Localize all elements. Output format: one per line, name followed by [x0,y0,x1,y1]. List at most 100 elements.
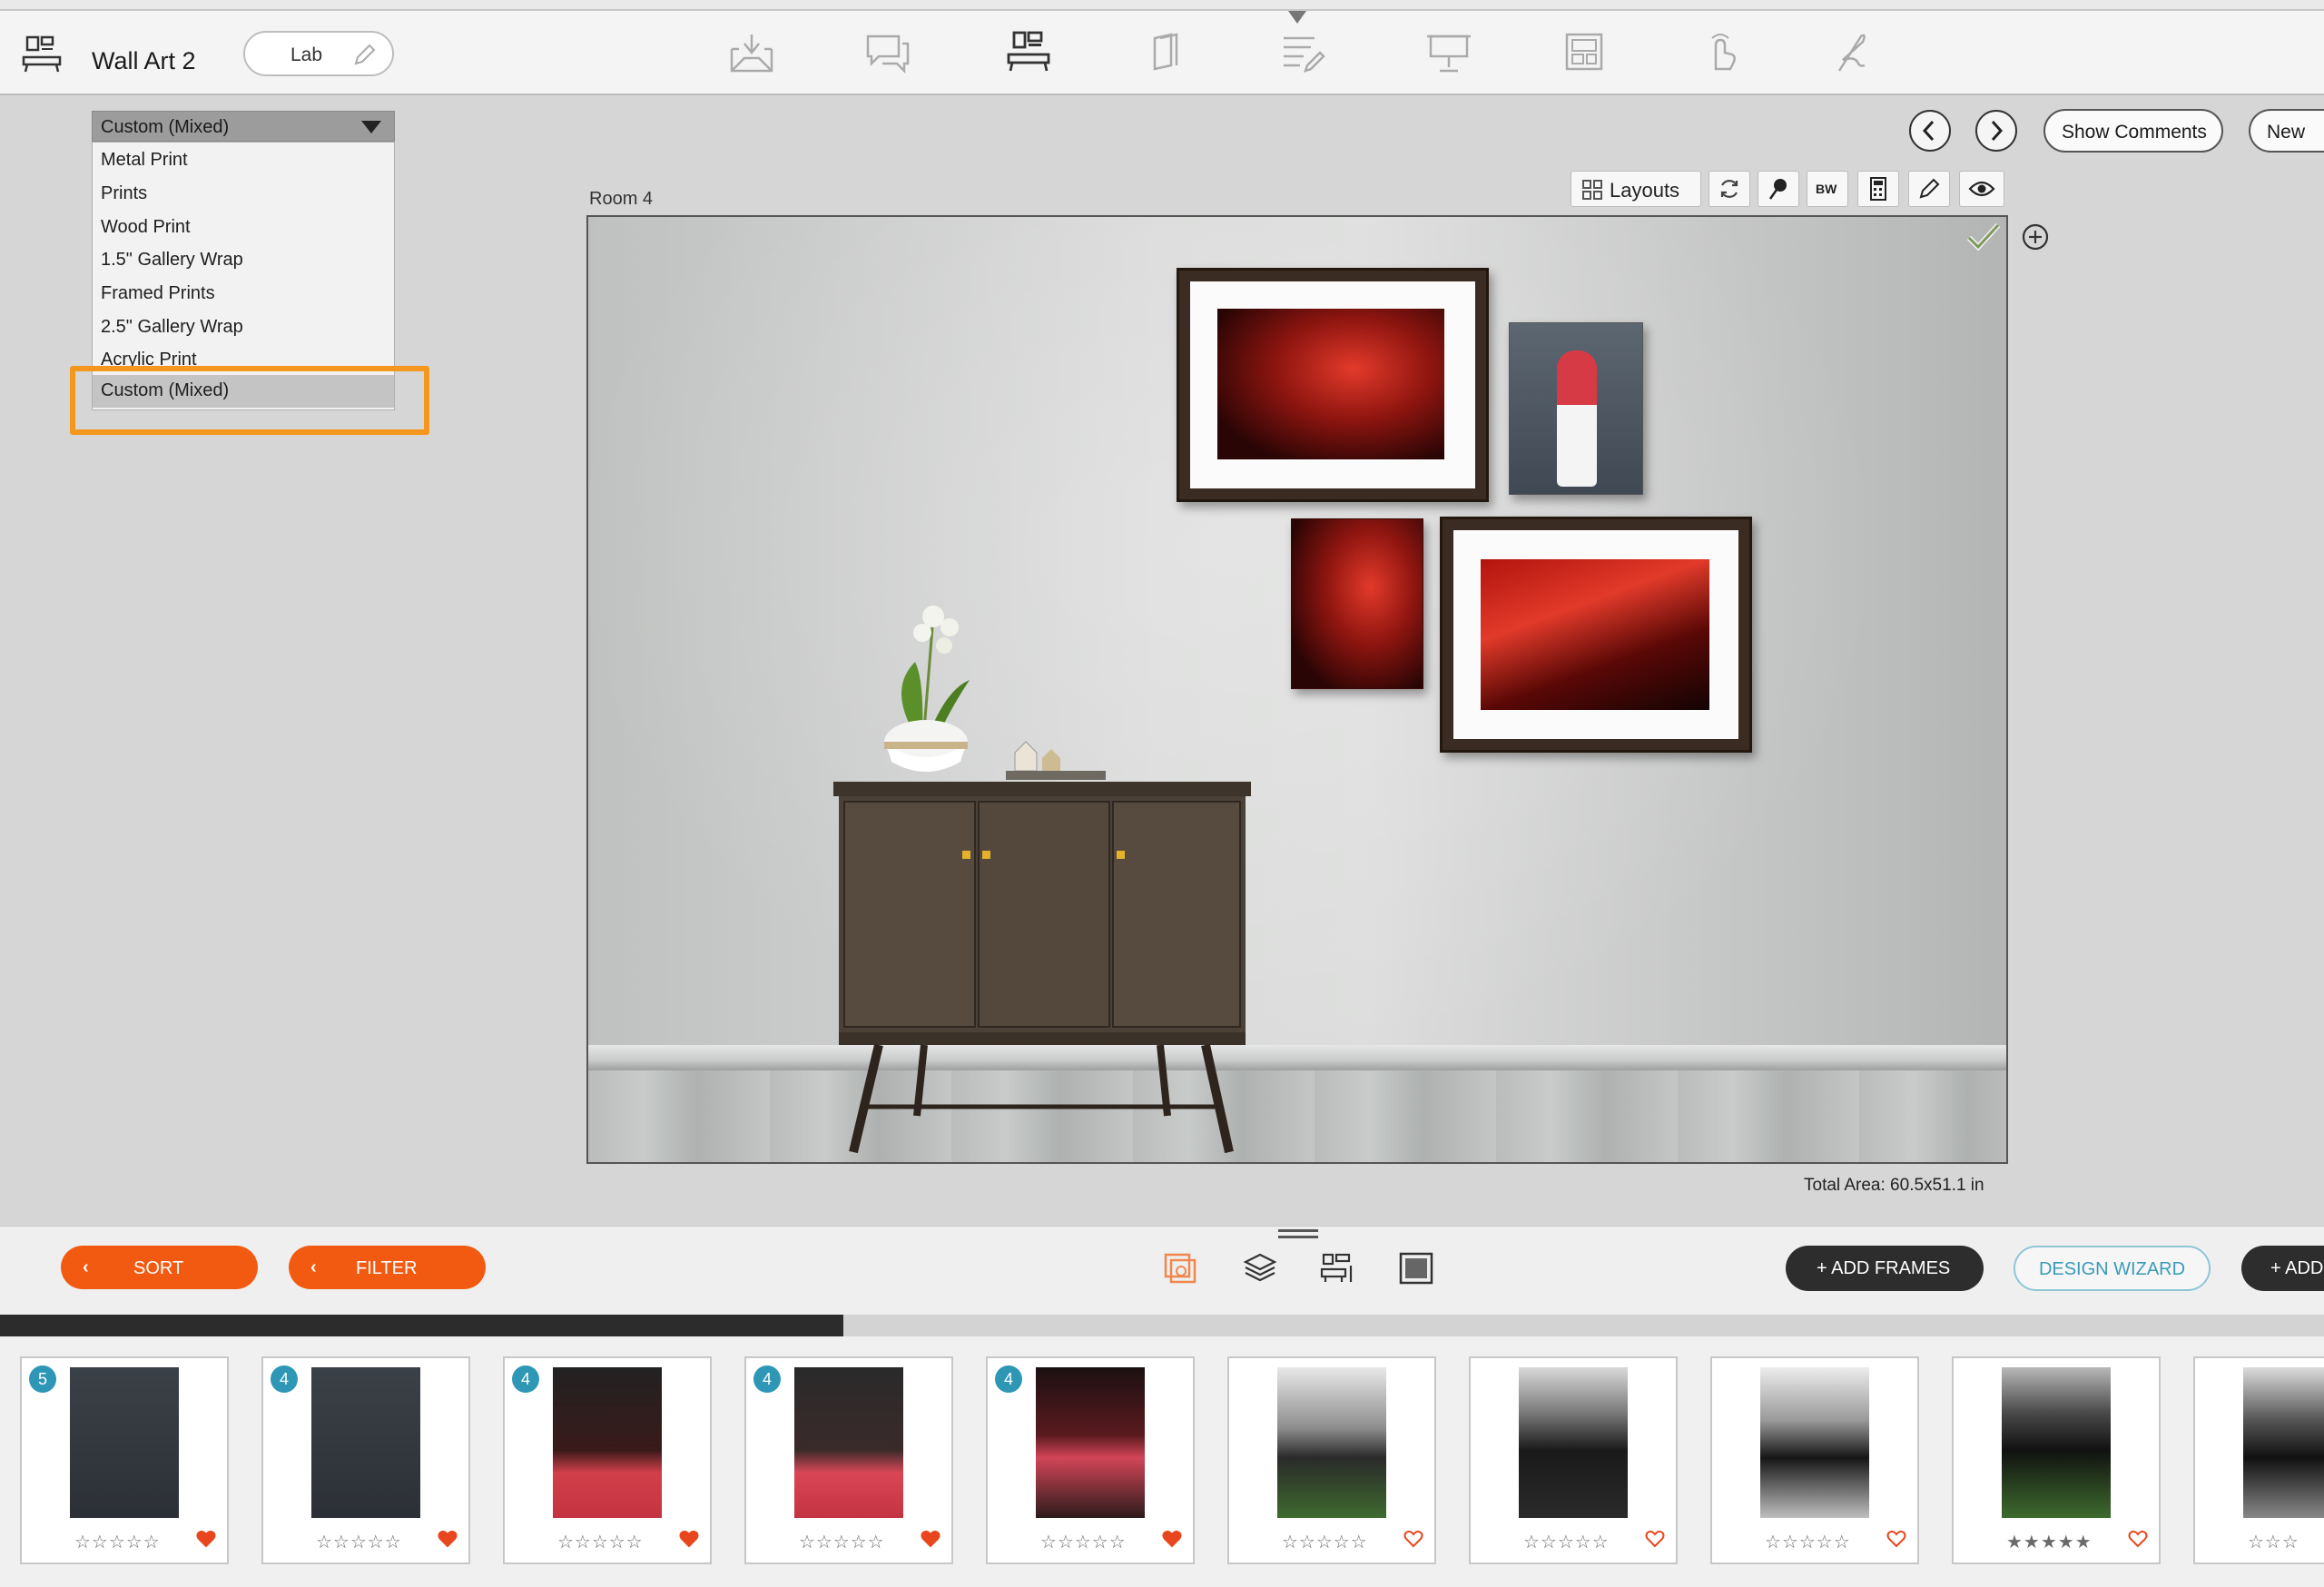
page-title: Wall Art 2 [92,47,196,74]
star-rating[interactable]: ☆☆☆ [2248,1531,2299,1553]
image-thumbnail[interactable]: ☆☆☆☆☆ [1227,1356,1436,1564]
frame-mat [1453,530,1738,739]
pin-button[interactable] [1758,171,1799,207]
image-thumbnail[interactable]: ☆☆☆☆☆ [1710,1356,1919,1564]
add-button[interactable]: + ADD [2241,1246,2324,1291]
previous-button[interactable] [1909,110,1951,152]
thumbnail-image [2002,1367,2111,1518]
black-white-button[interactable]: BW [1807,171,1848,207]
thumbnail-image [2243,1367,2324,1518]
frame-photo [1481,559,1709,710]
add-circle-icon[interactable] [2021,222,2050,251]
star-rating[interactable]: ☆☆☆☆☆ [74,1531,161,1553]
presentation-icon[interactable] [1423,29,1474,76]
frame-photo [1217,309,1444,459]
comments-icon[interactable] [862,29,913,76]
thumbnail-image [1519,1367,1628,1518]
option-gallery-wrap-1-5[interactable]: 1.5" Gallery Wrap [101,250,243,271]
filmstrip-scrollbar[interactable] [0,1315,2324,1336]
star-rating[interactable]: ☆☆☆☆☆ [799,1531,885,1553]
image-thumbnail[interactable]: 5 ☆☆☆☆☆ [20,1356,229,1564]
thumbnail-image [311,1367,420,1518]
active-nav-pointer [1288,11,1306,24]
favorite-heart-icon[interactable] [1162,1529,1182,1549]
favorite-heart-icon[interactable] [438,1529,458,1549]
drag-handle[interactable] [1278,1229,1318,1238]
room-canvas[interactable] [586,215,2008,1164]
option-framed-prints[interactable]: Framed Prints [101,283,215,304]
image-thumbnail[interactable]: ★★★★★ [1952,1356,2161,1564]
layers-icon[interactable] [1242,1251,1278,1286]
room-label: Room 4 [589,189,654,209]
image-thumbnail[interactable]: 4 ☆☆☆☆☆ [503,1356,712,1564]
wall-art-icon[interactable] [1003,29,1054,76]
layout-icon[interactable] [1560,29,1610,76]
refresh-button[interactable] [1709,171,1750,207]
image-thumbnail[interactable]: 4 ☆☆☆☆☆ [986,1356,1195,1564]
image-thumbnail[interactable]: ☆☆☆☆☆ [1469,1356,1678,1564]
usage-count-badge: 4 [512,1365,539,1393]
hand-tap-icon[interactable] [1696,29,1747,76]
star-rating[interactable]: ☆☆☆☆☆ [1040,1531,1127,1553]
add-frames-button[interactable]: + ADD FRAMES [1786,1246,1984,1291]
next-button[interactable] [1975,110,2017,152]
image-thumbnail[interactable]: ☆☆☆ [2193,1356,2324,1564]
usage-count-badge: 5 [29,1365,56,1393]
option-metal-print[interactable]: Metal Print [101,150,188,171]
calculator-button[interactable] [1857,171,1899,207]
star-rating[interactable]: ☆☆☆☆☆ [1765,1531,1851,1553]
wall-frame-2[interactable] [1509,322,1643,495]
chevron-right-icon [1991,120,2004,142]
import-icon[interactable] [726,29,777,76]
wall-art-app-icon[interactable] [22,34,62,74]
star-rating[interactable]: ☆☆☆☆☆ [557,1531,644,1553]
option-wood-print[interactable]: Wood Print [101,217,191,238]
favorite-heart-icon[interactable] [1403,1529,1423,1549]
chevron-left-icon: ‹ [83,1257,89,1277]
frame-icon[interactable] [1398,1251,1434,1286]
favorite-heart-icon[interactable] [2128,1529,2148,1549]
design-wizard-button[interactable]: DESIGN WIZARD [2014,1246,2211,1291]
star-rating[interactable]: ☆☆☆☆☆ [1282,1531,1368,1553]
layouts-button[interactable]: Layouts [1571,171,1701,207]
star-rating[interactable]: ☆☆☆☆☆ [1523,1531,1610,1553]
new-button[interactable]: New [2249,109,2324,153]
filter-button[interactable]: ‹ FILTER [289,1246,486,1289]
preview-button[interactable] [1959,171,2004,207]
favorite-heart-icon[interactable] [1886,1529,1906,1549]
eye-icon [1968,181,1995,197]
edit-button[interactable] [1908,171,1950,207]
favorite-heart-icon[interactable] [1645,1529,1665,1549]
refresh-icon [1720,180,1738,198]
dropdown-arrow-icon [361,121,381,133]
order-form-icon[interactable] [1278,29,1329,76]
option-prints[interactable]: Prints [101,183,147,204]
room-furniture-icon[interactable] [1320,1251,1356,1286]
images-stack-icon[interactable] [1162,1251,1198,1286]
album-icon[interactable] [1140,29,1191,76]
signature-icon[interactable] [1827,29,1877,76]
filmstrip-scroll-thumb[interactable] [0,1315,844,1336]
star-rating[interactable]: ★★★★★ [2006,1531,2093,1553]
show-comments-button[interactable]: Show Comments [2043,109,2223,153]
thumbnail-image [70,1367,179,1518]
lab-button[interactable]: Lab [243,31,394,76]
favorite-heart-icon[interactable] [196,1529,216,1549]
favorite-heart-icon[interactable] [679,1529,699,1549]
product-type-select[interactable]: Custom (Mixed) [92,111,395,142]
approved-check-icon[interactable] [1965,222,2002,254]
wall-frame-4[interactable] [1440,517,1752,753]
wall-frame-3[interactable] [1291,518,1423,689]
favorite-heart-icon[interactable] [921,1529,940,1549]
usage-count-badge: 4 [995,1365,1022,1393]
image-thumbnail[interactable]: 4 ☆☆☆☆☆ [261,1356,470,1564]
thumbnail-image [794,1367,903,1518]
sort-button[interactable]: ‹ SORT [61,1246,258,1289]
sideboard-cabinet [833,606,1251,1154]
lab-button-label: Lab [290,44,323,65]
star-rating[interactable]: ☆☆☆☆☆ [316,1531,402,1553]
image-thumbnail[interactable]: 4 ☆☆☆☆☆ [744,1356,953,1564]
option-gallery-wrap-2-5[interactable]: 2.5" Gallery Wrap [101,317,243,338]
thumbnail-image [1277,1367,1386,1518]
wall-frame-1[interactable] [1177,268,1489,502]
